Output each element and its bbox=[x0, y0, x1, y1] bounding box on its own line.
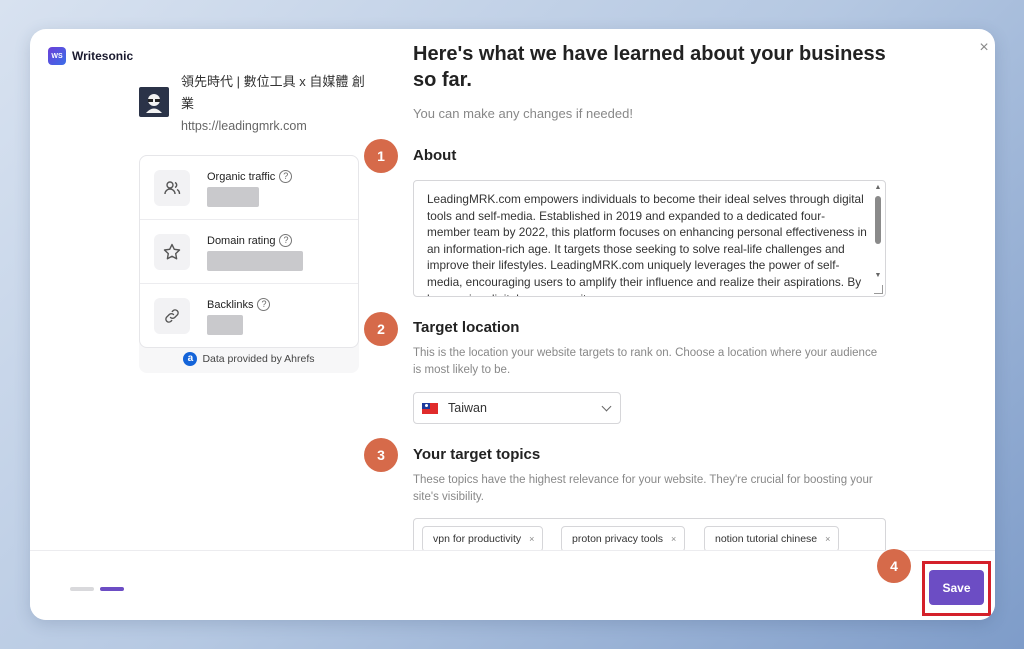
metrics-card: Organic traffic ? Domain rating ? Backli… bbox=[139, 155, 359, 348]
about-scrollbar[interactable]: ▲ ▼ bbox=[872, 182, 884, 295]
page-title: Here's what we have learned about your b… bbox=[413, 43, 886, 91]
resize-grip-icon[interactable] bbox=[874, 285, 883, 294]
metric-label: Domain rating ? bbox=[207, 234, 293, 247]
location-select[interactable]: Taiwan bbox=[413, 392, 621, 424]
metric-backlinks: Backlinks ? bbox=[140, 284, 358, 348]
site-name: 領先時代 | 數位工具 x 自媒體 創業 bbox=[181, 74, 365, 111]
target-location-title: Target location bbox=[413, 319, 520, 336]
help-icon[interactable]: ? bbox=[279, 170, 293, 183]
ahrefs-attribution: a Data provided by Ahrefs bbox=[139, 352, 359, 366]
business-details: Here's what we have learned about your b… bbox=[364, 29, 888, 558]
close-icon[interactable]: × bbox=[977, 40, 991, 56]
metric-value-blurred bbox=[207, 251, 303, 271]
progress-step-2 bbox=[100, 587, 124, 591]
brand-name: Writesonic bbox=[72, 49, 134, 63]
star-icon bbox=[154, 234, 190, 270]
location-value: Taiwan bbox=[448, 401, 487, 415]
step-badge-3: 3 bbox=[364, 438, 398, 472]
remove-icon[interactable]: × bbox=[825, 534, 830, 544]
step-badge-2: 2 bbox=[364, 312, 398, 346]
about-title: About bbox=[413, 147, 457, 164]
topic-chip[interactable]: notion tutorial chinese × bbox=[704, 526, 840, 552]
metric-value-blurred bbox=[207, 315, 243, 335]
site-url: https://leadingmrk.com bbox=[181, 119, 307, 133]
metric-label: Organic traffic ? bbox=[207, 170, 293, 183]
writesonic-logo-icon: WS bbox=[48, 47, 66, 65]
scroll-up-icon[interactable]: ▲ bbox=[874, 184, 882, 192]
target-topics-description: These topics have the highest relevance … bbox=[413, 474, 873, 503]
metric-label: Backlinks ? bbox=[207, 298, 271, 311]
topic-chip[interactable]: proton privacy tools × bbox=[561, 526, 686, 552]
target-topics-title: Your target topics bbox=[413, 446, 541, 463]
step-badge-4: 4 bbox=[877, 549, 911, 583]
metric-organic-traffic: Organic traffic ? bbox=[140, 156, 358, 220]
brand: WS Writesonic bbox=[48, 47, 133, 65]
save-button[interactable]: Save bbox=[929, 570, 984, 605]
step-badge-1: 1 bbox=[364, 139, 398, 173]
about-textarea[interactable]: LeadingMRK.com empowers individuals to b… bbox=[413, 180, 886, 297]
metric-domain-rating: Domain rating ? bbox=[140, 220, 358, 284]
onboarding-modal: × WS Writesonic 領先時代 | 數位工具 x 自媒體 創業 htt… bbox=[30, 29, 995, 620]
chevron-down-icon bbox=[601, 401, 612, 412]
progress-step-1 bbox=[70, 587, 94, 591]
help-icon[interactable]: ? bbox=[257, 298, 271, 311]
site-avatar bbox=[139, 87, 169, 117]
topic-chip[interactable]: vpn for productivity × bbox=[422, 526, 544, 552]
remove-icon[interactable]: × bbox=[529, 534, 534, 544]
link-icon bbox=[154, 298, 190, 334]
target-location-description: This is the location your website target… bbox=[413, 347, 878, 376]
scroll-down-icon[interactable]: ▼ bbox=[874, 272, 882, 280]
ahrefs-note: Data provided by Ahrefs bbox=[202, 353, 315, 365]
remove-icon[interactable]: × bbox=[671, 534, 676, 544]
page-subtitle: You can make any changes if needed! bbox=[413, 106, 633, 121]
taiwan-flag-icon bbox=[422, 402, 438, 414]
scroll-thumb[interactable] bbox=[875, 196, 881, 244]
users-icon bbox=[154, 170, 190, 206]
help-icon[interactable]: ? bbox=[279, 234, 293, 247]
modal-footer bbox=[30, 550, 995, 620]
metric-value-blurred bbox=[207, 187, 259, 207]
metrics-panel: Organic traffic ? Domain rating ? Backli… bbox=[139, 155, 359, 373]
about-text[interactable]: LeadingMRK.com empowers individuals to b… bbox=[427, 191, 867, 296]
ahrefs-logo-icon: a bbox=[183, 352, 198, 366]
